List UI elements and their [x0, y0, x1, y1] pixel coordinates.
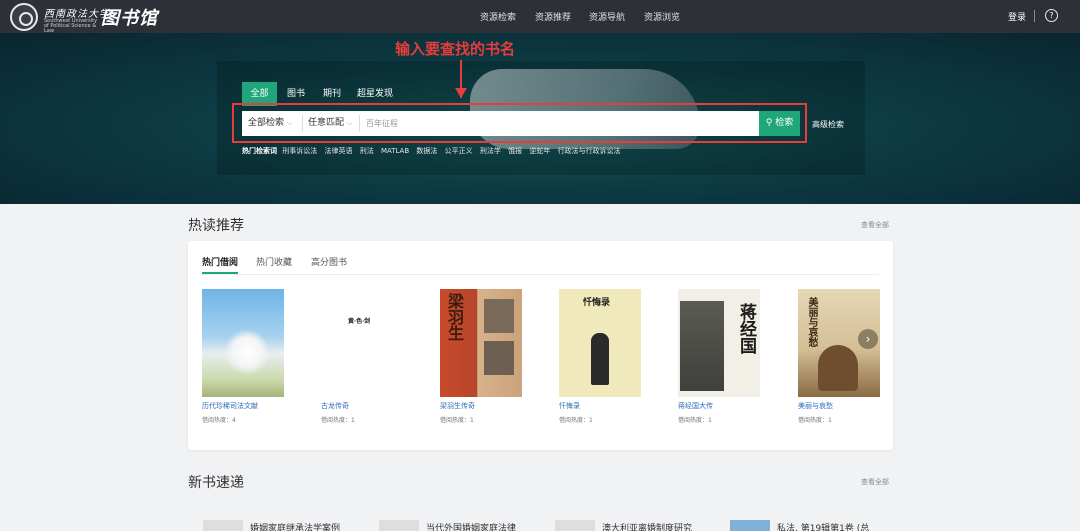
- login-link[interactable]: 登录: [1008, 10, 1026, 23]
- new-books-view-all[interactable]: 查看全部: [861, 477, 889, 487]
- chevron-right-icon[interactable]: ›: [858, 329, 878, 349]
- university-emblem-icon[interactable]: [10, 3, 38, 31]
- new-book-cover[interactable]: [379, 520, 419, 531]
- hot-reading-view-all[interactable]: 查看全部: [861, 220, 889, 230]
- book-cover[interactable]: [202, 289, 284, 397]
- book-item[interactable]: 梁羽生 梁羽生传奇 借阅热度：1: [440, 289, 522, 424]
- hot-search-label: 热门检索词: [242, 147, 277, 155]
- book-title[interactable]: 梁羽生传奇: [440, 401, 475, 411]
- new-book-title[interactable]: 私法. 第19辑第1卷 (总: [777, 521, 869, 531]
- top-nav-bar: 西南政法大学 Southwest University of Political…: [0, 0, 1080, 34]
- new-book-cover[interactable]: [203, 520, 243, 531]
- chevron-down-icon: ⌵: [347, 119, 353, 127]
- book-borrow-heat: 借阅热度：1: [559, 417, 593, 424]
- cover-portrait: [680, 301, 724, 391]
- hot-reading-title: 热读推荐: [188, 218, 244, 234]
- cover-blossom: [224, 329, 270, 375]
- book-item[interactable]: 忏悔录 忏悔录 借阅热度：1: [559, 289, 641, 424]
- nav-resource-search[interactable]: 资源检索: [480, 10, 516, 23]
- book-item[interactable]: 蒋经国 蒋经国大传 借阅热度：1: [678, 289, 760, 424]
- book-title[interactable]: 历代珍稀司法文献: [202, 401, 258, 411]
- cover-title-text: 忏悔录: [583, 298, 611, 308]
- hot-word[interactable]: 刑法: [360, 147, 374, 155]
- hot-word[interactable]: 公平正义: [445, 147, 473, 155]
- new-book-cover[interactable]: [730, 520, 770, 531]
- book-item[interactable]: 历代珍稀司法文献 借阅热度：4: [202, 289, 284, 424]
- book-borrow-heat: 借阅热度：1: [678, 417, 712, 424]
- cover-title-text: 黄·色·剑: [348, 318, 371, 325]
- book-borrow-heat: 借阅热度：4: [202, 417, 236, 424]
- search-icon: ⚲: [765, 118, 773, 128]
- book-borrow-heat: 借阅热度：1: [321, 417, 355, 424]
- cover-title-text: 蒋经国: [736, 303, 756, 354]
- annotation-text: 输入要查找的书名: [395, 40, 516, 58]
- hot-word[interactable]: 数据法: [416, 147, 437, 155]
- nav-resource-navigation[interactable]: 资源导航: [589, 10, 625, 23]
- book-title[interactable]: 忏悔录: [559, 401, 580, 411]
- book-cover[interactable]: 梁羽生: [440, 289, 522, 397]
- hot-word[interactable]: 刑事诉讼法: [282, 147, 317, 155]
- help-icon[interactable]: ?: [1045, 9, 1058, 22]
- cover-figure: [818, 345, 858, 391]
- search-button-label: 检索: [775, 118, 794, 128]
- book-cover[interactable]: 蒋经国: [678, 289, 760, 397]
- hot-word[interactable]: 刑法学: [480, 147, 501, 155]
- cover-portrait: [484, 341, 514, 375]
- hot-reading-card: 热门借阅 热门收藏 高分图书 历代珍稀司法文献 借阅热度：4 黄·色·剑 古龙传…: [188, 241, 893, 450]
- new-book-title[interactable]: 当代外国婚姻家庭法律: [426, 521, 516, 531]
- cover-portrait: [484, 299, 514, 333]
- book-title[interactable]: 美丽与哀愁: [798, 401, 833, 411]
- book-cover[interactable]: 黄·色·剑: [321, 289, 403, 397]
- cover-title-text: 梁羽生: [445, 293, 464, 341]
- hot-search-words: 热门检索词 刑事诉讼法 法律英语 刑法 MATLAB 数据法 公平正义 刑法学 …: [242, 146, 626, 156]
- nav-resource-recommend[interactable]: 资源推荐: [535, 10, 571, 23]
- scope-select[interactable]: 全部检索 ⌵: [248, 111, 292, 136]
- hot-word[interactable]: 法律英语: [324, 147, 352, 155]
- advanced-search-link[interactable]: 高级检索: [812, 119, 844, 130]
- match-select[interactable]: 任意匹配 ⌵: [308, 111, 352, 136]
- search-input[interactable]: [360, 111, 759, 136]
- new-books-title: 新书速递: [188, 475, 244, 491]
- tab-high-score[interactable]: 高分图书: [311, 255, 347, 268]
- match-select-value: 任意匹配: [308, 118, 345, 128]
- hot-word[interactable]: 饿报: [508, 147, 522, 155]
- book-item[interactable]: 黄·色·剑 古龙传奇 借阅热度：1: [321, 289, 403, 424]
- book-title[interactable]: 古龙传奇: [321, 401, 349, 411]
- search-bar: 全部检索⌵ 任意匹配⌵ ⚲ 检索: [242, 111, 800, 136]
- book-borrow-heat: 借阅热度：1: [798, 417, 832, 424]
- cover-figure: [591, 333, 609, 385]
- book-borrow-heat: 借阅热度：1: [440, 417, 474, 424]
- book-cover[interactable]: 忏悔录: [559, 289, 641, 397]
- scope-select-value: 全部检索: [248, 118, 285, 128]
- new-book-title[interactable]: 澳大利亚离婚制度研究: [602, 521, 692, 531]
- hot-word[interactable]: 逆蛇年: [529, 147, 550, 155]
- tab-hot-borrow[interactable]: 热门借阅: [202, 255, 238, 268]
- annotation-arrow-icon: [455, 88, 467, 98]
- select-divider: [302, 115, 303, 132]
- tabs-divider: [202, 274, 879, 275]
- book-title[interactable]: 蒋经国大传: [678, 401, 713, 411]
- nav-resource-browse[interactable]: 资源浏览: [644, 10, 680, 23]
- search-button[interactable]: ⚲ 检索: [759, 111, 800, 136]
- logo-library-title[interactable]: 图书馆: [101, 4, 158, 30]
- hero-banner: 输入要查找的书名 全部 图书 期刊 超星发现 全部检索⌵ 任意匹配⌵ ⚲ 检索 …: [0, 33, 1080, 204]
- hot-word[interactable]: 行政法与行政诉讼法: [558, 147, 621, 155]
- new-book-cover[interactable]: [555, 520, 595, 531]
- chevron-down-icon: ⌵: [287, 119, 293, 127]
- logo-university-english: Southwest University of Political Scienc…: [44, 18, 98, 34]
- cover-title-text: 美丽与哀愁: [806, 297, 817, 347]
- hot-word[interactable]: MATLAB: [381, 147, 409, 155]
- new-book-title[interactable]: 婚姻家庭继承法学案例: [250, 521, 340, 531]
- tab-hot-collect[interactable]: 热门收藏: [256, 255, 292, 268]
- nav-divider: [1034, 10, 1035, 22]
